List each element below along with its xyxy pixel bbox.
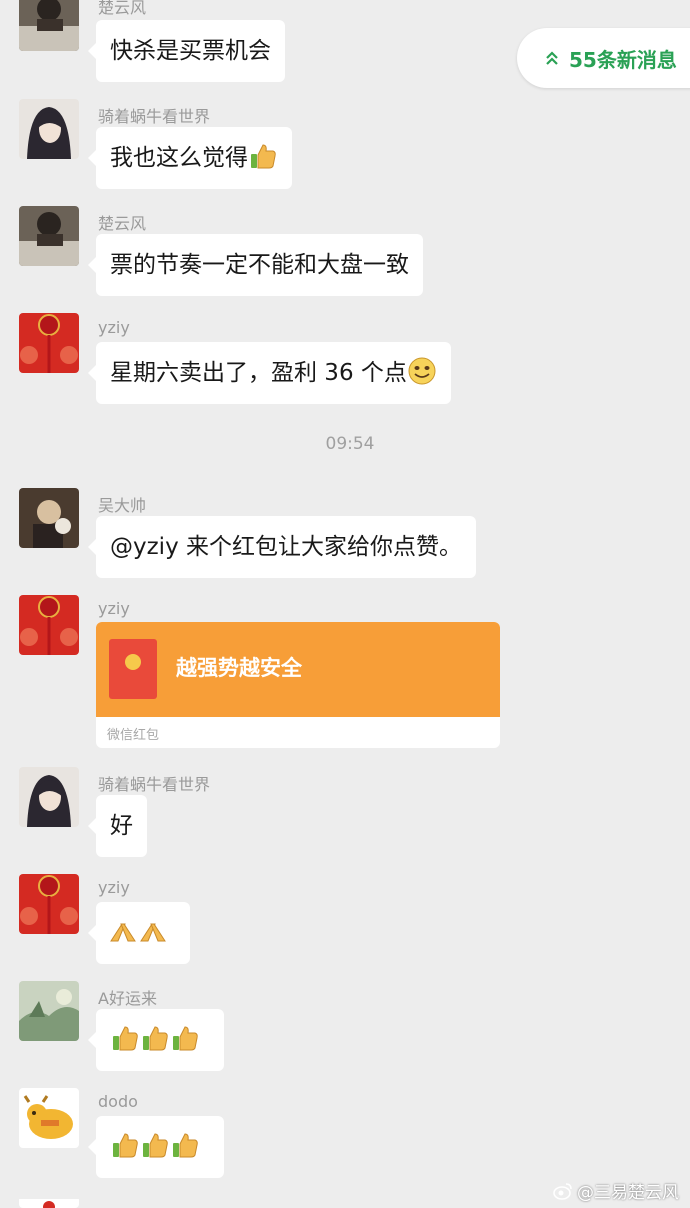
folded-hands-icon: [140, 923, 166, 942]
message-bubble[interactable]: 票的节奏一定不能和大盘一致: [88, 234, 423, 296]
avatar[interactable]: [19, 981, 79, 1041]
sender-name: yziy: [98, 599, 130, 618]
avatar[interactable]: [19, 488, 79, 548]
timestamp: 09:54: [325, 434, 375, 454]
message-bubble[interactable]: 好: [88, 795, 147, 857]
sender-name: yziy: [98, 318, 130, 337]
new-messages-label: 55条新消息: [569, 47, 677, 72]
sender-name: 楚云风: [98, 0, 147, 17]
message-bubble[interactable]: 我也这么觉得: [88, 127, 292, 189]
avatar[interactable]: [19, 99, 79, 159]
avatar[interactable]: [19, 206, 79, 266]
thumbs-up-icon: [143, 1133, 168, 1158]
sender-name: 吴大帅: [98, 496, 147, 515]
weibo-logo-icon: [553, 1182, 572, 1200]
avatar[interactable]: [19, 874, 79, 934]
smile-emoji-icon: [408, 357, 436, 385]
sender-name: 骑着蜗牛看世界: [98, 775, 211, 794]
message-bubble[interactable]: [88, 1009, 224, 1071]
sender-name: yziy: [98, 878, 130, 897]
thumbs-up-icon: [251, 144, 276, 169]
sender-name: dodo: [98, 1092, 138, 1111]
message-bubble[interactable]: [88, 1116, 224, 1178]
folded-hands-icon: [110, 923, 136, 942]
message-bubble[interactable]: 快杀是买票机会: [88, 20, 285, 82]
message-bubble[interactable]: [88, 902, 190, 964]
message-bubble[interactable]: @yziy 来个红包让大家给你点赞。: [88, 516, 476, 578]
double-chevron-up-icon: [546, 51, 558, 65]
avatar[interactable]: [19, 313, 79, 373]
avatar[interactable]: [19, 0, 79, 51]
avatar[interactable]: [19, 1088, 79, 1148]
thumbs-up-icon: [143, 1026, 168, 1051]
sender-name: 楚云风: [98, 214, 147, 233]
new-messages-button[interactable]: 55条新消息: [517, 28, 690, 88]
thumbs-up-icon: [173, 1026, 198, 1051]
avatar[interactable]: [19, 767, 79, 827]
message-bubble[interactable]: 星期六卖出了，盈利 36 个点: [88, 342, 451, 404]
message-text: 我也这么觉得: [110, 145, 248, 171]
sender-name: 骑着蜗牛看世界: [98, 107, 211, 126]
red-envelope-icon: [109, 639, 157, 699]
watermark-text: @三易楚云风: [577, 1183, 679, 1203]
thumbs-up-icon: [113, 1026, 138, 1051]
red-packet-title: 越强势越安全: [176, 656, 302, 680]
weibo-watermark: @三易楚云风: [553, 1178, 679, 1203]
red-packet-card[interactable]: 越强势越安全 微信红包: [96, 622, 500, 748]
red-packet-footer: 微信红包: [107, 728, 160, 743]
avatar[interactable]: [19, 1196, 79, 1208]
thumbs-up-icon: [113, 1133, 138, 1158]
thumbs-up-icon: [173, 1133, 198, 1158]
sender-name: A好运来: [98, 989, 157, 1008]
message-text: 星期六卖出了，盈利 36 个点: [110, 360, 407, 386]
avatar[interactable]: [19, 595, 79, 655]
